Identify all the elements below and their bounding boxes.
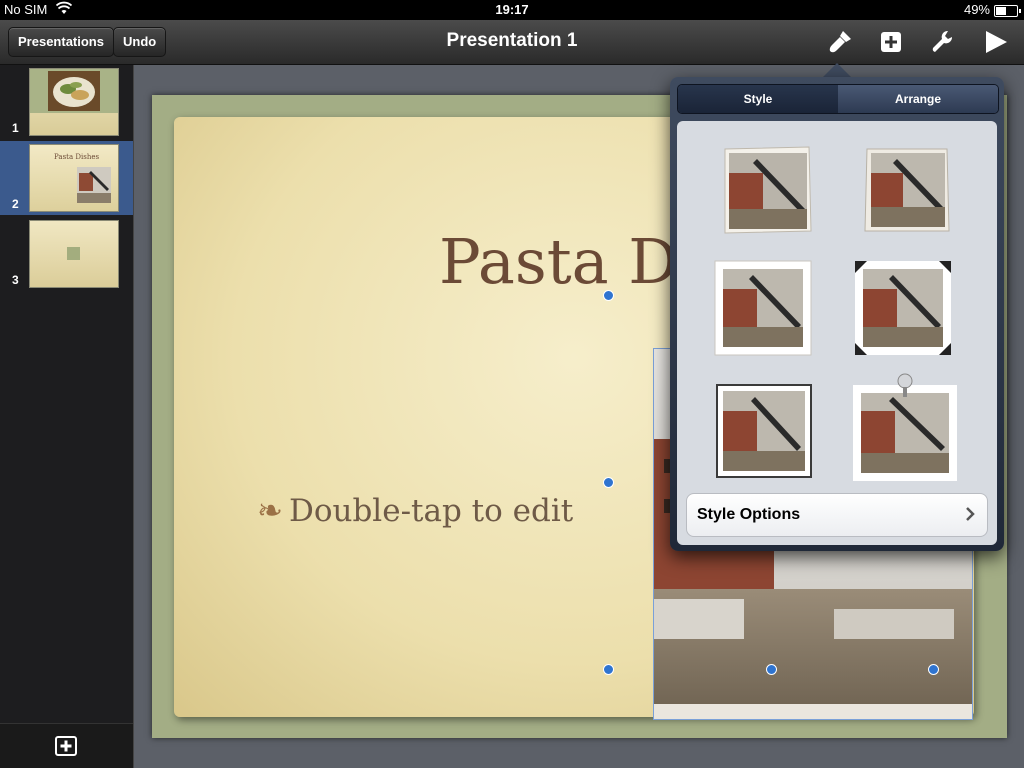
presentations-button[interactable]: Presentations	[8, 27, 114, 57]
style-thumbnail-6[interactable]	[847, 371, 957, 481]
status-bar: No SIM 19:17 49%	[0, 0, 1024, 20]
add-icon[interactable]	[877, 28, 907, 56]
slide-number: 3	[12, 273, 19, 287]
slide-preview-title: Pasta Dishes	[54, 153, 100, 161]
resize-handle-middle-left[interactable]	[603, 477, 614, 488]
slide-thumbnail-2[interactable]: 2 Pasta Dishes	[0, 141, 133, 215]
resize-handle-bottom-right[interactable]	[928, 664, 939, 675]
undo-button[interactable]: Undo	[113, 27, 167, 57]
battery-icon	[994, 5, 1021, 17]
clock: 19:17	[495, 2, 529, 17]
slide-thumbnail-3[interactable]: 3	[0, 217, 133, 291]
resize-handle-bottom-left[interactable]	[603, 664, 614, 675]
toolbar: Presentations Undo Presentation 1	[0, 20, 1024, 65]
placeholder-square	[67, 247, 80, 260]
style-thumbnail-1[interactable]	[717, 143, 817, 239]
style-thumbnail-3[interactable]	[713, 259, 813, 356]
resize-handle-bottom-middle[interactable]	[766, 664, 777, 675]
navigator-footer	[0, 723, 133, 768]
style-thumbnail-4[interactable]	[853, 259, 953, 355]
style-options-button[interactable]: Style Options	[686, 493, 988, 537]
slide-number: 2	[12, 197, 19, 211]
slide-navigator: 1 2 Pasta Dishes 3	[0, 65, 134, 768]
resize-handle-top-left[interactable]	[603, 290, 614, 301]
bullet-icon: ❧	[257, 493, 283, 529]
body-text: Double-tap to edit	[288, 493, 574, 529]
slide-preview: Pasta Dishes	[29, 144, 119, 212]
popover-segmented-control: Style Arrange	[677, 84, 999, 114]
paintbrush-icon[interactable]	[825, 28, 855, 56]
slide-preview	[29, 220, 119, 288]
style-panel: Style Options	[677, 121, 997, 545]
style-thumbnail-2[interactable]	[857, 143, 957, 239]
popover-arrow	[822, 63, 852, 78]
tab-style[interactable]: Style	[678, 85, 838, 113]
slide-thumbnail-1[interactable]: 1	[0, 65, 133, 139]
slide-preview	[29, 68, 119, 136]
chevron-right-icon	[965, 507, 975, 526]
style-options-label: Style Options	[697, 506, 801, 523]
style-thumbnail-5[interactable]	[715, 383, 815, 479]
slide-body-text[interactable]: ❧ Double-tap to edit	[257, 493, 573, 529]
play-icon[interactable]	[982, 28, 1012, 56]
style-popover: Style Arrange Style Options	[670, 77, 1004, 551]
add-slide-icon[interactable]	[55, 736, 77, 756]
tab-arrange[interactable]: Arrange	[838, 85, 998, 113]
battery-percent: 49%	[963, 2, 990, 17]
slide-number: 1	[12, 121, 19, 135]
wrench-icon[interactable]	[928, 28, 958, 56]
